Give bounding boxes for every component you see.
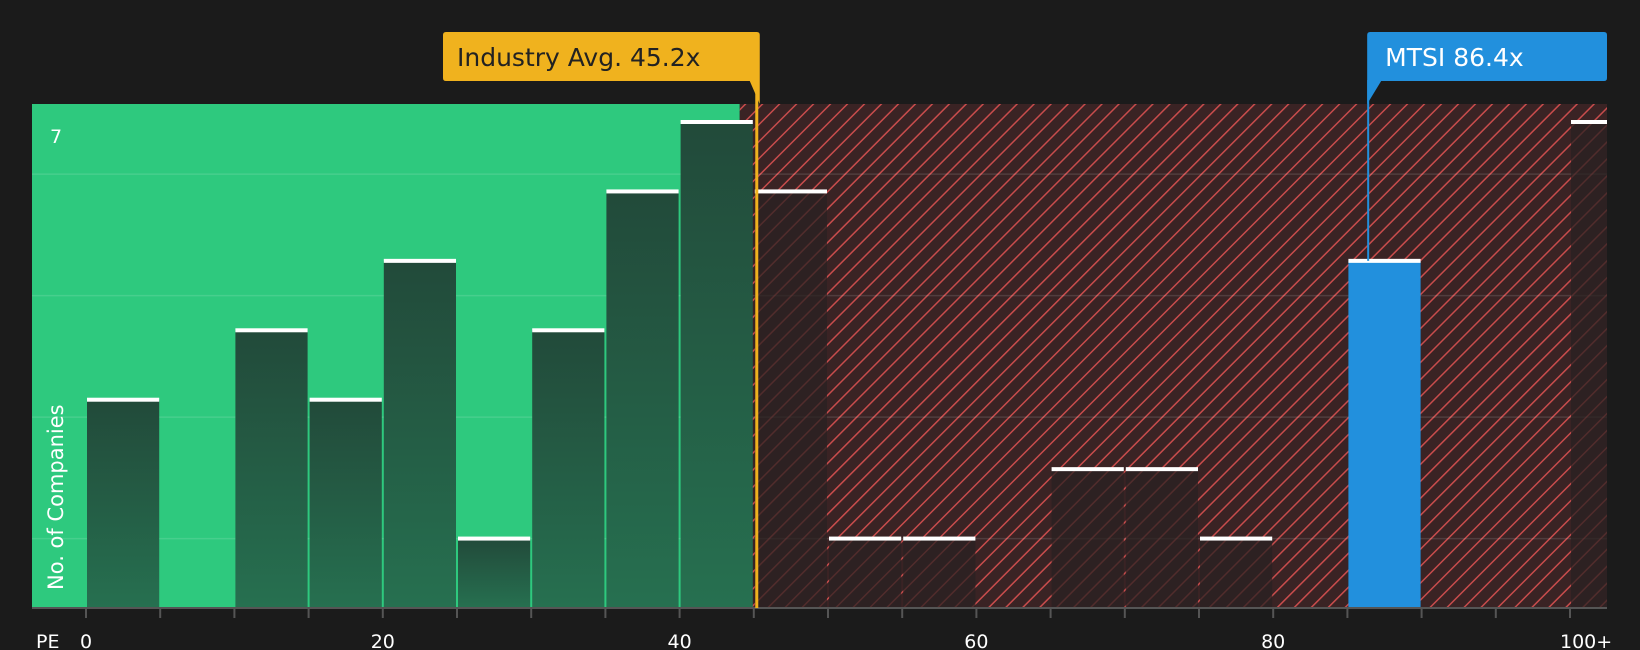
histogram-bar xyxy=(235,328,308,608)
bar-cap xyxy=(1571,120,1607,124)
bar-body xyxy=(1125,469,1198,608)
histogram-bar xyxy=(903,536,976,608)
histogram-bar xyxy=(754,189,827,608)
histogram-bar xyxy=(1200,536,1273,608)
bar-cap xyxy=(606,189,679,194)
histogram-bar xyxy=(309,397,382,608)
bar-body xyxy=(903,538,976,608)
bar-cap xyxy=(383,258,456,263)
pe-distribution-chart: 0 20 40 60 80 100+ PE No. of Companies 7 Indu… xyxy=(0,0,1640,650)
bar-cap xyxy=(754,189,827,194)
bar-cap xyxy=(1051,467,1124,472)
bar-body xyxy=(1571,122,1607,608)
y-axis-ticks: 7 xyxy=(50,126,62,148)
histogram-bar xyxy=(532,328,605,608)
bar-cap xyxy=(309,397,382,402)
bar-body xyxy=(309,399,382,608)
bar-body xyxy=(606,191,679,608)
histogram-bar xyxy=(680,120,753,608)
bar-body xyxy=(754,191,827,608)
bar-body xyxy=(532,330,605,608)
bar-body xyxy=(235,330,308,608)
bar-body xyxy=(383,260,456,608)
y-tick-label: 7 xyxy=(50,126,62,148)
histogram-bar xyxy=(1125,467,1198,608)
chart-svg: 0 20 40 60 80 100+ PE No. of Companies 7 Indu… xyxy=(0,0,1640,650)
bar-cap xyxy=(458,536,531,541)
bar-cap xyxy=(1348,258,1421,263)
bar-cap xyxy=(235,328,308,333)
bar-body xyxy=(1200,538,1273,608)
bar-body xyxy=(1348,260,1421,608)
bar-cap xyxy=(903,536,976,541)
histogram-bar xyxy=(383,258,456,608)
bar-cap xyxy=(1125,467,1198,472)
x-tick-label: 0 xyxy=(80,631,92,650)
x-tick-label: 100+ xyxy=(1560,631,1612,650)
histogram-bar xyxy=(1348,258,1421,608)
histogram-bar xyxy=(1571,120,1607,608)
x-tick-label: 60 xyxy=(964,631,988,650)
histogram-bar xyxy=(606,189,679,608)
bar-cap xyxy=(532,328,605,333)
bar-body xyxy=(458,538,531,608)
bar-body xyxy=(829,538,902,608)
bar-body xyxy=(680,122,753,608)
x-tick-label: 80 xyxy=(1261,631,1285,650)
bar-body xyxy=(1051,469,1124,608)
x-tick-label: 20 xyxy=(371,631,395,650)
bar-cap xyxy=(680,120,753,124)
bar-cap xyxy=(1200,536,1273,541)
x-axis-label: PE xyxy=(36,631,59,650)
bar-cap xyxy=(829,536,902,541)
company-pe-label: MTSI 86.4x xyxy=(1385,43,1524,72)
y-axis-label: No. of Companies xyxy=(44,404,68,590)
histogram-bar xyxy=(87,397,160,608)
histogram-bar xyxy=(458,536,531,608)
histogram-bar xyxy=(829,536,902,608)
bar-cap xyxy=(87,397,160,402)
x-tick-label: 40 xyxy=(668,631,692,650)
bar-body xyxy=(87,399,160,608)
histogram-bar xyxy=(1051,467,1124,608)
industry-average-label: Industry Avg. 45.2x xyxy=(457,43,700,72)
